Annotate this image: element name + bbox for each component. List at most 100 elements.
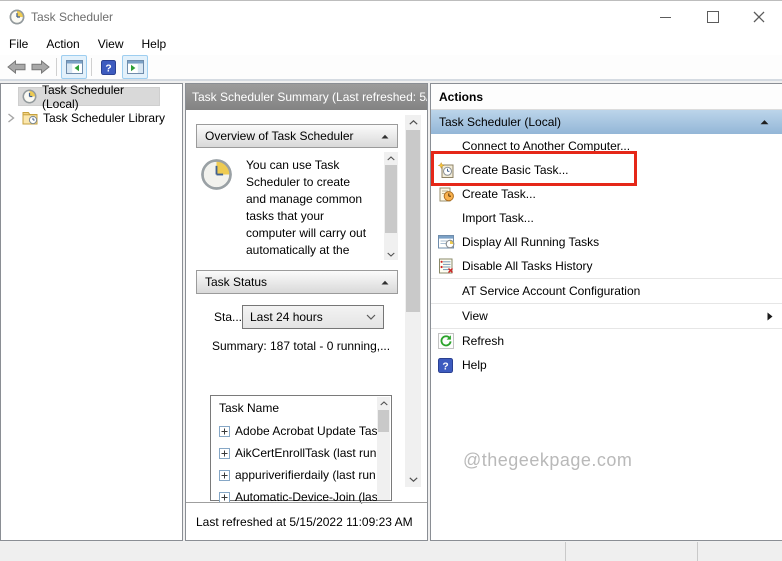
task-name: AikCertEnrollTask (last run [235,446,377,460]
show-console-tree-button[interactable] [61,55,87,79]
tree-item-label: Task Scheduler (Local) [42,82,125,111]
last-refreshed-text: Last refreshed at 5/15/2022 11:09:23 AM [196,514,413,529]
task-name: Adobe Acrobat Update Tas [235,424,378,438]
maximize-icon [707,11,719,23]
menu-help[interactable]: Help [133,35,176,53]
chevron-right-icon [8,112,15,123]
help-icon: ? [438,357,455,373]
overview-section-header[interactable]: Overview of Task Scheduler [196,124,398,148]
create-task-icon [438,186,455,202]
scroll-up-icon[interactable] [405,115,421,130]
svg-text:?: ? [442,361,448,372]
status-of-label: Sta... [214,310,243,324]
expand-plus-icon[interactable] [219,491,230,503]
tree-item-label: Task Scheduler Library [43,110,166,125]
overview-scrollbar[interactable] [384,152,398,260]
task-status-title: Task Status [205,275,268,289]
action-at-service-account-configuration[interactable]: AT Service Account Configuration [431,278,782,303]
task-list: Task Name Adobe Acrobat Update Tas AikCe… [210,395,392,504]
overview-text: You can use Task Scheduler to create and… [246,158,367,257]
task-status-section-header[interactable]: Task Status [196,270,398,294]
toolbar-separator [91,58,92,76]
overview-clock-icon [200,158,233,194]
scrollbar-thumb[interactable] [406,130,420,312]
summary-scrollbar[interactable] [405,115,421,487]
bottom-strip [0,542,782,561]
show-console-tree-icon [65,60,83,74]
svg-text:?: ? [105,63,111,74]
task-list-item[interactable]: appuriverifierdaily (last run [211,464,391,486]
close-button[interactable] [742,4,776,30]
submenu-arrow-icon [767,312,773,320]
menu-file[interactable]: File [0,35,37,53]
forward-icon [31,60,50,74]
task-scheduler-clock-icon [9,9,25,25]
forward-button[interactable] [28,56,52,78]
bottom-strip-divider [565,542,566,561]
action-disable-all-tasks-history[interactable]: Disable All Tasks History [431,254,782,278]
minimize-button[interactable] [648,4,682,30]
disable-history-icon [438,258,455,274]
last-refreshed-bar: Last refreshed at 5/15/2022 11:09:23 AM [186,502,427,540]
menu-action[interactable]: Action [37,35,88,53]
scroll-up-icon[interactable] [377,397,390,409]
chevron-down-icon [366,314,376,320]
refresh-icon [438,333,455,349]
menu-view[interactable]: View [89,35,133,53]
back-icon [6,60,25,74]
window-title: Task Scheduler [31,10,114,24]
title-bar: Task Scheduler [0,1,782,33]
show-action-pane-icon [126,60,144,74]
help-icon: ? [100,59,116,75]
menu-bar: File Action View Help [0,33,782,55]
bottom-strip-divider [697,542,698,561]
action-refresh[interactable]: Refresh [431,328,782,353]
close-icon [753,11,765,23]
maximize-button[interactable] [696,4,730,30]
task-list-column-header[interactable]: Task Name [211,396,391,420]
summary-header: Task Scheduler Summary (Last refreshed: … [186,84,427,110]
show-action-pane-button[interactable] [122,55,148,79]
collapse-up-icon[interactable] [381,280,389,285]
action-display-all-running-tasks[interactable]: Display All Running Tasks [431,230,782,254]
tree-item-task-scheduler-library[interactable]: Task Scheduler Library [7,108,183,127]
summary-panel: Task Scheduler Summary (Last refreshed: … [185,83,428,541]
task-scheduler-clock-icon [22,89,38,105]
back-button[interactable] [4,56,28,78]
overview-title: Overview of Task Scheduler [205,129,354,143]
collapse-up-icon[interactable] [381,134,389,139]
task-list-scrollbar[interactable] [377,397,390,500]
toolbar: ? [0,55,782,81]
scroll-down-icon[interactable] [405,472,421,487]
action-view[interactable]: View [431,303,782,328]
scrollbar-thumb[interactable] [378,410,389,432]
status-summary-text: Summary: 187 total - 0 running,... [212,339,391,353]
display-running-tasks-icon [438,234,455,250]
highlight-annotation-create-basic-task [431,151,637,186]
actions-section-header[interactable]: Task Scheduler (Local) [431,110,782,134]
expand-plus-icon[interactable] [219,447,230,459]
scroll-up-icon[interactable] [384,152,398,164]
collapse-up-icon[interactable] [760,119,769,125]
folder-clock-icon [22,110,38,126]
help-toolbar-button[interactable]: ? [96,56,120,78]
minimize-icon [659,16,671,18]
status-period-value: Last 24 hours [250,310,323,324]
actions-section-title: Task Scheduler (Local) [439,115,562,129]
scrollbar-thumb[interactable] [385,165,397,233]
console-tree-panel: Task Scheduler (Local) Task Scheduler Li… [0,83,183,541]
actions-header: Actions [431,84,782,110]
task-list-item[interactable]: AikCertEnrollTask (last run [211,442,391,464]
task-scheduler-window: Task Scheduler File Action View Help ? T… [0,0,782,561]
status-period-dropdown[interactable]: Last 24 hours [242,305,384,329]
expand-plus-icon[interactable] [219,425,230,437]
scroll-down-icon[interactable] [384,248,398,260]
action-import-task[interactable]: Import Task... [431,206,782,230]
watermark: @thegeekpage.com [463,450,633,470]
task-list-item[interactable]: Adobe Acrobat Update Tas [211,420,391,442]
toolbar-separator [56,58,57,76]
tree-item-task-scheduler-local[interactable]: Task Scheduler (Local) [18,83,160,111]
expand-plus-icon[interactable] [219,469,230,481]
action-help[interactable]: ? Help [431,353,782,377]
task-name: appuriverifierdaily (last run [235,468,376,482]
